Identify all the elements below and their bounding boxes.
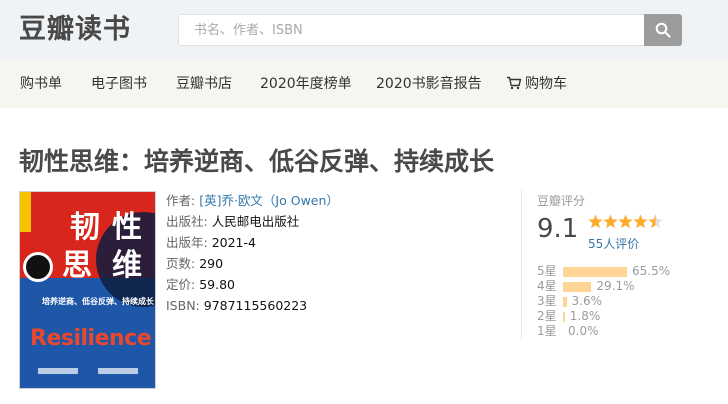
info-author: 作者: [英]乔·欧文（Jo Owen） <box>166 192 339 210</box>
nav-item-bookstore[interactable]: 豆瓣书店 <box>176 60 232 108</box>
price-label: 定价: <box>166 277 196 292</box>
isbn-label: ISBN: <box>166 298 200 313</box>
rating-dist-percent: 3.6% <box>571 294 603 308</box>
cover-char-4: 维 <box>112 248 142 283</box>
pages-value: 290 <box>199 256 224 271</box>
cover-series-mark <box>98 368 138 374</box>
book-cover[interactable]: 韧 性 思 维 培养逆商、低谷反弹、持续成长 Resilience <box>19 191 156 389</box>
nav-item-cart[interactable]: 购物车 <box>506 60 567 108</box>
cover-char-2: 性 <box>112 210 142 245</box>
search-button[interactable] <box>644 14 682 46</box>
rating-dist-label: 5星 <box>537 264 557 278</box>
info-pubdate: 出版年: 2021-4 <box>166 234 256 252</box>
rating-dist-percent: 1.8% <box>569 309 601 323</box>
nav-item-booklist[interactable]: 购书单 <box>20 60 62 108</box>
author-label: 作者: <box>166 193 196 208</box>
rating-dist-bar <box>563 312 565 322</box>
search-input[interactable] <box>178 14 644 46</box>
rating-dist-percent: 0.0% <box>568 324 599 338</box>
site-logo[interactable]: 豆瓣读书 <box>19 13 131 47</box>
publisher-value: 人民邮电出版社 <box>211 214 300 229</box>
pubdate-value: 2021-4 <box>211 235 256 250</box>
cover-yellow-strip <box>20 192 31 232</box>
rating-dist-bar <box>563 267 627 277</box>
rating-score: 9.1 <box>537 214 579 244</box>
cover-subtitle: 培养逆商、低谷反弹、持续成长 <box>42 297 154 306</box>
pubdate-label: 出版年: <box>166 235 208 250</box>
publisher-label: 出版社: <box>166 214 208 229</box>
info-price: 定价: 59.80 <box>166 276 235 294</box>
rating-dist-percent: 65.5% <box>632 264 671 278</box>
shopping-cart-icon <box>507 76 522 90</box>
info-isbn: ISBN: 9787115560223 <box>166 297 307 315</box>
rating-stars-icon <box>588 214 663 229</box>
rating-dist-bar <box>563 297 567 307</box>
cover-char-1: 韧 <box>70 210 100 245</box>
rating-dist-percent: 29.1% <box>596 279 635 293</box>
cover-publisher-mark <box>38 368 78 374</box>
nav-item-annual-report[interactable]: 2020书影音报告 <box>376 60 482 108</box>
search-bar <box>178 14 682 46</box>
info-pages: 页数: 290 <box>166 255 223 273</box>
search-icon <box>655 22 671 38</box>
cover-english-word: Resilience <box>30 326 152 351</box>
nav-item-ebooks[interactable]: 电子图书 <box>91 60 147 108</box>
main-nav: 购书单 电子图书 豆瓣书店 2020年度榜单 2020书影音报告 购物车 <box>0 60 728 108</box>
nav-item-cart-label: 购物车 <box>525 76 567 92</box>
rating-dist-label: 4星 <box>537 279 557 293</box>
cover-black-dot <box>23 252 53 282</box>
pages-label: 页数: <box>166 256 196 271</box>
rating-dist-label: 1星 <box>537 324 557 338</box>
info-publisher: 出版社: 人民邮电出版社 <box>166 213 299 231</box>
rating-dist-label: 3星 <box>537 294 557 308</box>
top-header: 豆瓣读书 <box>0 0 728 60</box>
price-value: 59.80 <box>199 277 235 292</box>
nav-item-annual-list[interactable]: 2020年度榜单 <box>260 60 352 108</box>
rating-label: 豆瓣评分 <box>537 194 586 208</box>
cover-char-3: 思 <box>62 248 92 283</box>
author-link[interactable]: [英]乔·欧文（Jo Owen） <box>199 193 339 208</box>
isbn-value: 9787115560223 <box>203 298 308 313</box>
rating-count-link[interactable]: 55人评价 <box>588 235 639 252</box>
rating-dist-label: 2星 <box>537 309 557 323</box>
book-title: 韧性思维：培养逆商、低谷反弹、持续成长 <box>19 147 495 176</box>
rating-dist-bar <box>563 282 592 292</box>
rating-panel: 豆瓣评分 9.1 55人评价 5星 65.5% 4星 29.1% 3星 3.6% 2星 1.8… <box>521 190 711 340</box>
